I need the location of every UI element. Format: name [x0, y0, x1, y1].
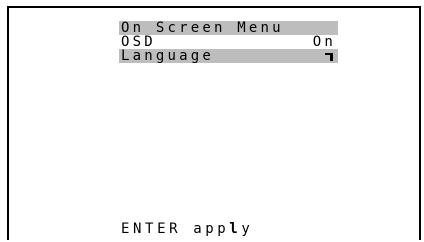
submenu-arrow-icon	[325, 53, 333, 61]
menu-item-osd-value: On	[312, 34, 336, 50]
menu-item-language[interactable]: Language	[119, 49, 338, 63]
menu-item-language-label: Language	[121, 48, 215, 64]
osd-menu: On Screen Menu OSD On Language	[119, 21, 338, 63]
menu-item-osd[interactable]: OSD On	[119, 35, 338, 49]
osd-screen: On Screen Menu OSD On Language ENTER app…	[7, 6, 421, 240]
footer-action: apply	[193, 221, 254, 237]
menu-title: On Screen Menu	[119, 21, 338, 35]
footer-hint: ENTER apply	[121, 222, 253, 236]
footer-key: ENTER	[121, 221, 182, 237]
